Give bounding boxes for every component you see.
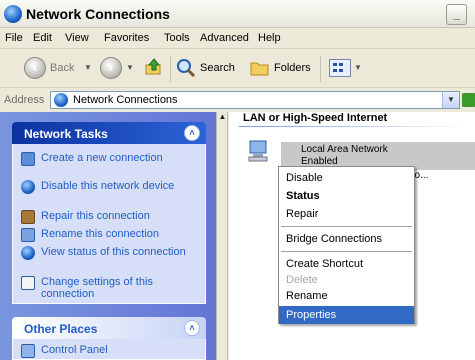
- settings-icon: [21, 276, 35, 290]
- title-bar: Network Connections _: [0, 0, 475, 28]
- views-dropdown-icon[interactable]: ▼: [354, 63, 362, 72]
- menu-favorites[interactable]: Favorites: [104, 32, 149, 44]
- collapse-chevron-icon[interactable]: ˄: [184, 320, 200, 336]
- back-dropdown-icon[interactable]: ▼: [84, 63, 92, 72]
- group-divider: [239, 126, 469, 127]
- menu-tools[interactable]: Tools: [164, 32, 190, 44]
- menu-help[interactable]: Help: [258, 32, 281, 44]
- disable-device-icon: [21, 180, 35, 194]
- task-pane: Network Tasks ˄ Create a new connection …: [0, 112, 216, 360]
- task-view-status[interactable]: View status of this connection: [21, 246, 201, 272]
- collapse-chevron-icon[interactable]: ˄: [184, 125, 200, 141]
- ctx-disable[interactable]: Disable: [279, 169, 414, 187]
- network-connections-icon: [4, 5, 22, 23]
- forward-dropdown-icon[interactable]: ▼: [126, 63, 134, 72]
- ctx-properties[interactable]: Properties: [279, 306, 414, 324]
- search-button[interactable]: Search: [200, 62, 235, 74]
- task-repair-connection[interactable]: Repair this connection: [21, 210, 201, 224]
- place-control-panel[interactable]: Control Panel: [21, 344, 201, 358]
- other-places-title: Other Places: [24, 322, 98, 336]
- ctx-rename[interactable]: Rename: [279, 287, 414, 305]
- minimize-button[interactable]: _: [446, 4, 467, 25]
- rename-icon: [21, 228, 35, 242]
- forward-arrow-icon[interactable]: ›: [100, 57, 122, 79]
- ctx-repair[interactable]: Repair: [279, 205, 414, 223]
- scroll-up-icon[interactable]: ▲: [218, 112, 227, 124]
- control-panel-icon: [21, 344, 35, 358]
- network-connections-icon: [54, 93, 68, 107]
- back-arrow-icon[interactable]: ‹: [24, 57, 46, 79]
- address-field[interactable]: Network Connections ▼: [50, 91, 460, 109]
- ctx-status[interactable]: Status: [279, 187, 414, 205]
- folders-icon[interactable]: [250, 59, 270, 77]
- address-label: Address: [4, 94, 45, 106]
- task-rename-connection[interactable]: Rename this connection: [21, 228, 201, 242]
- menu-file[interactable]: File: [5, 32, 23, 44]
- views-icon[interactable]: [329, 59, 351, 77]
- other-places-header[interactable]: Other Places ˄: [12, 317, 206, 339]
- other-places-panel: Control Panel: [12, 339, 206, 360]
- address-bar: Address Network Connections ▼: [0, 89, 475, 111]
- folders-button[interactable]: Folders: [274, 62, 311, 74]
- repair-icon: [21, 210, 35, 224]
- toolbar: ‹ Back ▼ › ▼ Search Folders ▼: [0, 50, 475, 88]
- context-menu: Disable Status Repair Bridge Connections…: [278, 166, 415, 324]
- connection-name[interactable]: Local Area Network: [301, 144, 388, 155]
- task-change-settings[interactable]: Change settings of this connection: [21, 276, 201, 302]
- menu-advanced[interactable]: Advanced: [200, 32, 249, 44]
- status-icon: [21, 246, 35, 260]
- window-title: Network Connections: [26, 6, 170, 22]
- menu-view[interactable]: View: [65, 32, 89, 44]
- task-create-connection[interactable]: Create a new connection: [21, 152, 201, 178]
- network-tasks-title: Network Tasks: [24, 127, 108, 141]
- address-dropdown-icon[interactable]: ▼: [442, 92, 459, 108]
- back-button[interactable]: Back: [50, 62, 74, 74]
- pane-divider[interactable]: ▲: [216, 112, 228, 360]
- search-icon[interactable]: [176, 58, 196, 78]
- menu-edit[interactable]: Edit: [33, 32, 52, 44]
- go-arrow-icon[interactable]: [462, 93, 475, 107]
- up-folder-icon[interactable]: [145, 58, 163, 76]
- network-tasks-header[interactable]: Network Tasks ˄: [12, 122, 206, 144]
- menu-bar: File Edit View Favorites Tools Advanced …: [0, 29, 475, 49]
- address-value: Network Connections: [73, 94, 178, 106]
- task-disable-device[interactable]: Disable this network device: [21, 180, 201, 206]
- ctx-bridge-connections[interactable]: Bridge Connections: [279, 230, 414, 248]
- network-adapter-icon[interactable]: [247, 138, 273, 164]
- new-connection-icon: [21, 152, 35, 166]
- group-header: LAN or High-Speed Internet: [243, 112, 388, 124]
- network-tasks-panel: Create a new connection Disable this net…: [12, 144, 206, 304]
